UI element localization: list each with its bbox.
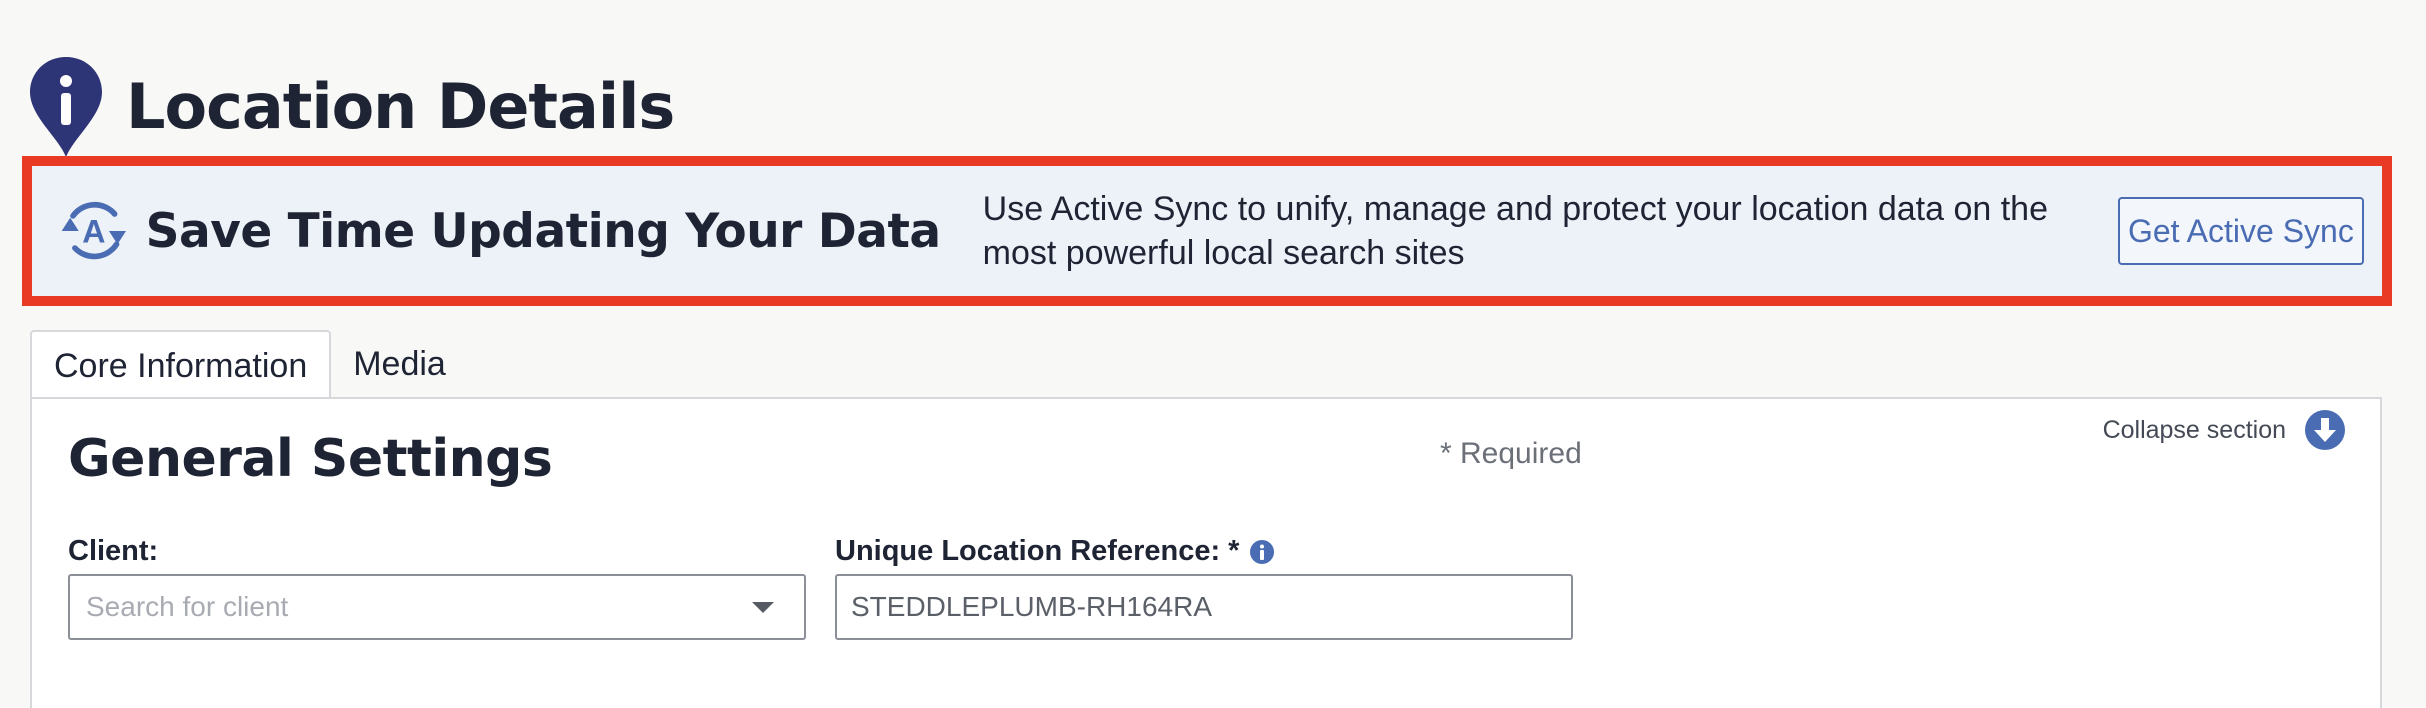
reference-label: Unique Location Reference: * xyxy=(835,535,1275,568)
general-settings-panel: General Settings * Required Collapse sec… xyxy=(30,397,2382,708)
promo-title: Save Time Updating Your Data xyxy=(145,203,941,259)
active-sync-promo-banner: A Save Time Updating Your Data Use Activ… xyxy=(22,156,2392,306)
get-active-sync-button[interactable]: Get Active Sync xyxy=(2117,197,2364,265)
unique-location-reference-input[interactable] xyxy=(835,574,1573,640)
section-title: General Settings xyxy=(68,429,553,489)
location-info-pin-icon xyxy=(30,57,102,157)
info-icon[interactable] xyxy=(1249,539,1275,565)
page-title: Location Details xyxy=(126,70,675,143)
collapse-section-button[interactable]: Collapse section xyxy=(2103,409,2346,451)
chevron-down-icon xyxy=(752,601,774,613)
client-label-text: Client: xyxy=(68,535,159,567)
client-label: Client: xyxy=(68,535,158,568)
reference-label-text: Unique Location Reference: * xyxy=(835,535,1240,567)
client-select-placeholder: Search for client xyxy=(86,591,289,622)
page-header: Location Details xyxy=(28,55,675,159)
required-note: * Required xyxy=(1440,437,1582,470)
promo-description: Use Active Sync to unify, manage and pro… xyxy=(982,190,2048,272)
svg-text:A: A xyxy=(82,213,105,249)
tab-media[interactable]: Media xyxy=(331,330,468,398)
client-select[interactable]: Search for client xyxy=(68,574,806,640)
active-sync-icon: A xyxy=(61,201,126,260)
tab-core-information[interactable]: Core Information xyxy=(30,330,332,400)
collapse-section-label: Collapse section xyxy=(2102,415,2286,444)
tab-bar: Core Information Media xyxy=(30,330,468,400)
collapse-arrow-icon xyxy=(2305,410,2345,450)
